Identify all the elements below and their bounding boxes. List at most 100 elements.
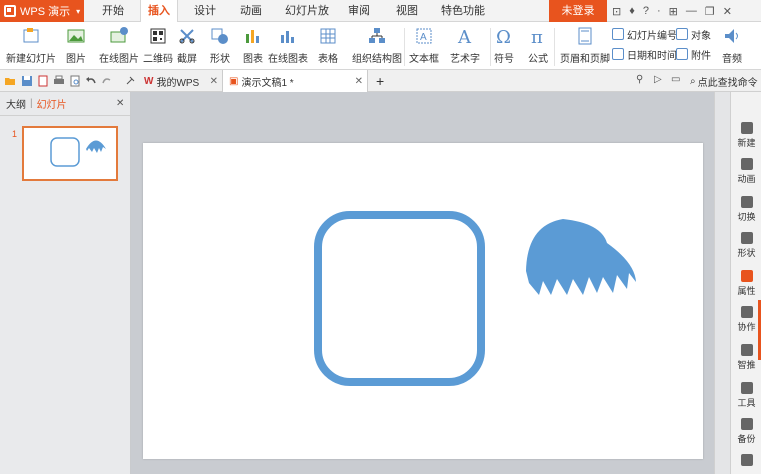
chart-label: 图表 xyxy=(243,54,263,65)
attachment-label: 附件 xyxy=(691,50,711,62)
export-pdf-icon[interactable] xyxy=(37,75,49,87)
minimize-icon[interactable]: — xyxy=(686,5,697,17)
restore-icon[interactable]: ❐ xyxy=(705,5,715,18)
smartart-button[interactable]: 组织结构图 xyxy=(352,24,402,65)
skin-icon[interactable]: ⊡ xyxy=(612,5,621,18)
print-preview-icon[interactable] xyxy=(69,75,81,87)
doc-tab-current[interactable]: ▣ 演示文稿1 * ✕ xyxy=(222,70,368,92)
chart-button[interactable]: 图表 xyxy=(243,24,263,65)
doc-tab-current-label: 演示文稿1 * xyxy=(241,77,294,89)
vertical-scrollbar[interactable] xyxy=(714,92,730,474)
shape-button[interactable]: 形状 xyxy=(210,24,230,65)
omega-icon: Ω xyxy=(496,27,511,46)
ribbon-insert: 新建幻灯片 图片 在线图片 二维码 截屏 形状 图表 在线图表 表格 组织结构图… xyxy=(0,22,761,70)
jagged-shape[interactable] xyxy=(526,219,636,295)
sidebar-tools[interactable]: 工具 xyxy=(731,382,761,409)
sidebar-properties[interactable]: 属性 xyxy=(731,270,761,297)
formula-button[interactable]: π 公式 xyxy=(528,24,548,65)
tab-design[interactable]: 设计 xyxy=(188,0,222,22)
users-icon xyxy=(740,306,753,318)
online-picture-button[interactable]: 在线图片 xyxy=(99,24,139,65)
ribbon-separator xyxy=(404,28,405,66)
shirt-icon[interactable]: ♦ xyxy=(629,5,635,17)
attachment-button[interactable]: 附件 xyxy=(676,46,711,62)
sidebar-collaborate[interactable]: 协作 xyxy=(731,306,761,333)
sidebar-backup[interactable]: 备份 xyxy=(731,418,761,445)
close-tab-icon[interactable]: ✕ xyxy=(210,76,218,87)
qrcode-button[interactable]: 二维码 xyxy=(143,24,173,65)
slide-number-label: 幻灯片编号 xyxy=(627,30,677,42)
more-icon[interactable]: · xyxy=(657,5,661,17)
redo-icon[interactable] xyxy=(101,75,113,87)
tab-home[interactable]: 开始 xyxy=(96,0,130,22)
sidebar-collaborate-label: 协作 xyxy=(737,322,756,332)
rounded-rectangle-shape[interactable] xyxy=(314,211,485,386)
new-slide-button[interactable]: 新建幻灯片 xyxy=(6,24,56,65)
close-icon[interactable]: ✕ xyxy=(723,5,732,18)
doc-tab-mywps[interactable]: W 我的WPS ✕ xyxy=(138,70,222,92)
screenshot-button[interactable]: 截屏 xyxy=(177,24,197,65)
picture-icon xyxy=(67,29,85,43)
tab-slides[interactable]: 幻灯片 xyxy=(37,96,67,111)
tab-animation[interactable]: 动画 xyxy=(234,0,268,22)
animation-icon xyxy=(740,158,753,170)
table-button[interactable]: 表格 xyxy=(318,24,338,65)
tab-features[interactable]: 特色功能 xyxy=(434,0,492,22)
find-command-label: 点此查找命令 xyxy=(697,78,758,89)
tab-insert[interactable]: 插入 xyxy=(140,0,178,23)
play-icon[interactable]: ▷ xyxy=(654,74,662,85)
sidebar-shape[interactable]: 形状 xyxy=(731,232,761,259)
slide-thumbnail[interactable] xyxy=(22,126,118,181)
slide[interactable] xyxy=(143,143,703,459)
wps-logo-icon xyxy=(4,5,16,17)
save-icon[interactable] xyxy=(21,75,33,87)
date-time-button[interactable]: 日期和时间 xyxy=(612,46,677,62)
speaker-icon xyxy=(725,29,738,43)
sidebar-new[interactable]: 新建 xyxy=(731,122,761,149)
sidebar-backup-label: 备份 xyxy=(737,434,756,444)
pin-icon[interactable] xyxy=(124,75,136,87)
find-command[interactable]: ⌕ 点此查找命令 xyxy=(690,74,758,89)
undo-icon[interactable] xyxy=(85,75,97,87)
app-menu-button[interactable]: WPS 演示 ▾ xyxy=(0,0,84,22)
object-button[interactable]: 对象 xyxy=(676,26,711,42)
picture-button[interactable]: 图片 xyxy=(66,24,86,65)
shape-icon xyxy=(740,232,753,244)
print-icon[interactable] xyxy=(53,75,65,87)
slide-number-button[interactable]: 幻灯片编号 xyxy=(612,26,677,42)
header-footer-button[interactable]: 页眉和页脚 xyxy=(560,24,610,65)
fullscreen-icon[interactable]: ⊞ xyxy=(669,5,678,18)
brush-icon[interactable]: ⚲ xyxy=(636,74,643,85)
calendar-icon xyxy=(612,48,624,60)
open-folder-icon[interactable] xyxy=(4,75,16,87)
tab-divider: | xyxy=(30,98,33,109)
help-icon xyxy=(740,454,753,466)
sidebar-help[interactable] xyxy=(731,454,761,468)
tab-slideshow[interactable]: 幻灯片放映 xyxy=(280,0,334,39)
login-button[interactable]: 未登录 xyxy=(549,0,607,22)
bulb-icon xyxy=(740,344,753,356)
ribbon-separator xyxy=(554,28,555,66)
online-chart-button[interactable]: 在线图表 xyxy=(268,24,308,65)
tab-view[interactable]: 视图 xyxy=(392,0,422,22)
sidebar-animation[interactable]: 动画 xyxy=(731,158,761,185)
textbox-icon: A xyxy=(416,28,432,44)
sidebar-properties-label: 属性 xyxy=(737,286,756,296)
symbol-button[interactable]: Ω 符号 xyxy=(494,24,514,65)
sidebar-smart[interactable]: 智推 xyxy=(731,344,761,371)
audio-button[interactable]: 音频 xyxy=(722,24,742,65)
wordart-button[interactable]: A 艺术字 xyxy=(450,24,480,65)
slide-shapes xyxy=(314,211,636,386)
new-tab-button[interactable]: + xyxy=(370,70,388,92)
sidebar-transition[interactable]: 切换 xyxy=(731,196,761,223)
menu-bar: WPS 演示 ▾ 开始 插入 设计 动画 幻灯片放映 审阅 视图 特色功能 未登… xyxy=(0,0,761,39)
close-tab-icon[interactable]: ✕ xyxy=(355,76,363,87)
tab-review[interactable]: 审阅 xyxy=(344,0,374,22)
toolbox-icon xyxy=(740,382,753,394)
close-panel-icon[interactable]: ✕ xyxy=(116,98,124,109)
textbox-button[interactable]: A 文本框 xyxy=(409,24,439,65)
date-time-label: 日期和时间 xyxy=(627,50,677,62)
comment-icon[interactable]: ▭ xyxy=(671,74,680,85)
tab-outline[interactable]: 大纲 xyxy=(6,96,26,111)
help-icon[interactable]: ? xyxy=(643,5,649,17)
